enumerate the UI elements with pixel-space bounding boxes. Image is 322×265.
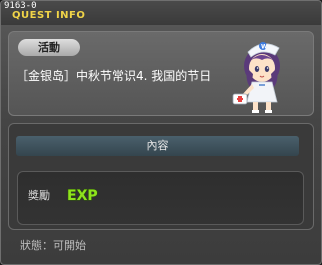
exp-icon-text: EXP <box>67 188 98 203</box>
status-separator: ： <box>42 239 53 252</box>
quest-title: ［金银岛］中秋节常识4. 我国的节日 <box>16 69 212 83</box>
window-title: QUEST INFO <box>12 10 86 21</box>
svg-text:W: W <box>261 44 268 51</box>
quest-status: 狀態：可開始 <box>20 237 86 253</box>
npc-portrait-icon: W <box>232 42 280 113</box>
reward-box <box>17 171 304 225</box>
content-section-header[interactable]: 內容 <box>16 136 299 156</box>
exp-icon: EXP <box>67 188 99 204</box>
quest-category-badge: 活動 <box>18 39 80 56</box>
status-value: 可開始 <box>53 239 86 252</box>
status-label: 狀態 <box>20 239 42 252</box>
reward-label: 獎勵 <box>28 189 50 202</box>
window-header[interactable]: 9163-0 QUEST INFO <box>1 1 321 25</box>
